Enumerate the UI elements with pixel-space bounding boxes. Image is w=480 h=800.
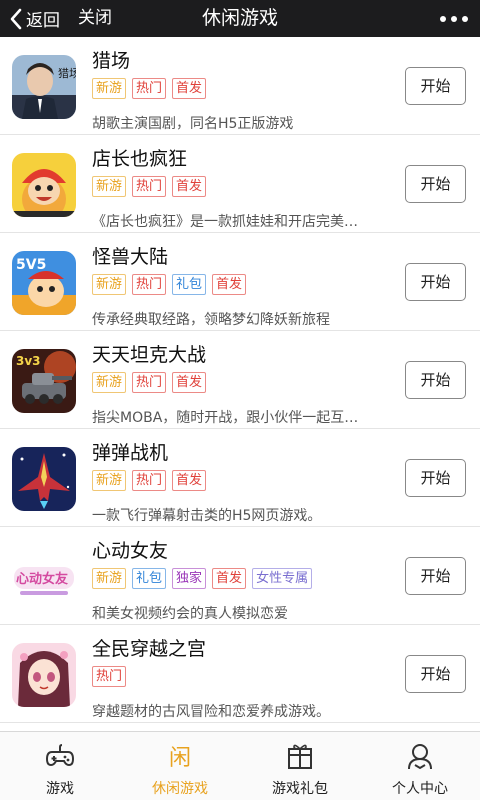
tag-new: 新游 — [92, 568, 127, 589]
game-icon-guai-shou[interactable]: 5V5 — [12, 251, 76, 315]
game-icon-xin-dong[interactable]: 心动女友 — [12, 545, 76, 609]
tab-casual-games[interactable]: 闲 休闲游戏 — [120, 732, 240, 800]
back-label: 返回 — [26, 11, 60, 31]
tag-exclusive: 独家 — [172, 568, 207, 589]
icon-lettering: 5V5 — [16, 257, 46, 273]
tag-list: 新游 热门 首发 — [92, 470, 207, 491]
more-dot-icon — [462, 15, 468, 22]
game-name: 猎场 — [92, 50, 131, 72]
game-row[interactable]: 心动女友 心动女友 新游 礼包 独家 首发 女性专属 和美女视频约会的真人模拟恋… — [0, 527, 480, 625]
start-button[interactable]: 开始 — [405, 165, 466, 203]
tag-list: 新游 热门 首发 — [92, 78, 207, 99]
game-description: 胡歌主演国剧，同名H5正版游戏 — [92, 116, 294, 132]
tag-hot: 热门 — [132, 470, 167, 491]
start-button[interactable]: 开始 — [405, 67, 466, 105]
back-button[interactable]: 返回 — [10, 0, 60, 37]
tag-female-only: 女性专属 — [252, 568, 313, 589]
tag-hot: 热门 — [92, 666, 127, 687]
start-button[interactable]: 开始 — [405, 557, 466, 595]
tag-gift: 礼包 — [132, 568, 167, 589]
game-list[interactable]: 猎场 猎场 新游 热门 首发 胡歌主演国剧，同名H5正版游戏 开始 店长也疯狂 … — [0, 37, 480, 731]
tag-first-release: 首发 — [212, 568, 247, 589]
game-row[interactable]: 店长也疯狂 新游 热门 首发 《店长也疯狂》是一款抓娃娃和开店完美… 开始 — [0, 135, 480, 233]
tag-new: 新游 — [92, 78, 127, 99]
tag-list: 新游 热门 首发 — [92, 176, 207, 197]
bottom-tab-bar: 游戏 闲 休闲游戏 游戏礼包 个人中心 — [0, 731, 480, 800]
tab-label: 休闲游戏 — [152, 781, 208, 797]
start-button[interactable]: 开始 — [405, 655, 466, 693]
game-icon-tan-ke[interactable]: 3v3 — [12, 349, 76, 413]
close-button[interactable]: 关闭 — [78, 0, 112, 37]
game-name: 天天坦克大战 — [92, 344, 207, 366]
game-description: 《店长也疯狂》是一款抓娃娃和开店完美… — [92, 214, 358, 230]
tab-label: 游戏 — [46, 781, 74, 797]
tag-hot: 热门 — [132, 274, 167, 295]
game-description: 传承经典取经路，领略梦幻降妖新旅程 — [92, 312, 330, 328]
top-nav-bar: 返回 关闭 休闲游戏 — [0, 0, 480, 37]
game-name: 心动女友 — [92, 540, 169, 562]
game-name: 店长也疯狂 — [92, 148, 188, 170]
game-icon-zhan-ji[interactable] — [12, 447, 76, 511]
tag-new: 新游 — [92, 274, 127, 295]
tab-games[interactable]: 游戏 — [0, 732, 120, 800]
more-dot-icon — [440, 15, 446, 22]
tag-hot: 热门 — [132, 78, 167, 99]
row-divider — [0, 722, 480, 723]
gamepad-icon — [45, 744, 75, 767]
game-icon-chuan-yue[interactable] — [12, 643, 76, 707]
casual-icon: 闲 — [169, 746, 191, 771]
game-name: 弹弹战机 — [92, 442, 169, 464]
tag-new: 新游 — [92, 176, 127, 197]
tag-first-release: 首发 — [172, 176, 207, 197]
game-icon-lie-chang[interactable]: 猎场 — [12, 55, 76, 119]
tag-list: 新游 热门 首发 — [92, 372, 207, 393]
game-description: 指尖MOBA，随时开战，跟小伙伴一起互… — [92, 410, 359, 426]
tab-personal-center[interactable]: 个人中心 — [360, 732, 480, 800]
tag-first-release: 首发 — [172, 470, 207, 491]
game-description: 一款飞行弹幕射击类的H5网页游戏。 — [92, 508, 322, 524]
casual-icon-glyph: 闲 — [169, 746, 191, 771]
tag-list: 新游 礼包 独家 首发 女性专属 — [92, 568, 313, 589]
game-name: 怪兽大陆 — [92, 246, 169, 268]
tag-list: 热门 — [92, 666, 127, 687]
start-button[interactable]: 开始 — [405, 361, 466, 399]
tag-new: 新游 — [92, 372, 127, 393]
gift-box-icon — [288, 744, 312, 769]
game-row[interactable]: 弹弹战机 新游 热门 首发 一款飞行弹幕射击类的H5网页游戏。 开始 — [0, 429, 480, 527]
tag-first-release: 首发 — [212, 274, 247, 295]
game-description: 和美女视频约会的真人模拟恋爱 — [92, 606, 288, 622]
game-name: 全民穿越之宫 — [92, 638, 207, 660]
tab-label: 游戏礼包 — [272, 781, 328, 797]
tag-gift: 礼包 — [172, 274, 207, 295]
tab-label: 个人中心 — [392, 781, 448, 797]
user-icon — [408, 744, 432, 770]
game-row[interactable]: 5V5 怪兽大陆 新游 热门 礼包 首发 传承经典取经路，领略梦幻降妖新旅程 开… — [0, 233, 480, 331]
start-button[interactable]: 开始 — [405, 459, 466, 497]
tag-first-release: 首发 — [172, 372, 207, 393]
tag-hot: 热门 — [132, 176, 167, 197]
icon-lettering: 猎场 — [58, 66, 76, 80]
game-row[interactable]: 猎场 猎场 新游 热门 首发 胡歌主演国剧，同名H5正版游戏 开始 — [0, 37, 480, 135]
game-row[interactable]: 3v3 天天坦克大战 新游 热门 首发 指尖MOBA，随时开战，跟小伙伴一起互…… — [0, 331, 480, 429]
chevron-left-icon — [10, 8, 22, 29]
game-icon-dian-zhang[interactable] — [12, 153, 76, 217]
start-button[interactable]: 开始 — [405, 263, 466, 301]
more-menu-button[interactable] — [440, 0, 468, 37]
tag-first-release: 首发 — [172, 78, 207, 99]
page-title: 休闲游戏 — [201, 7, 278, 29]
tag-new: 新游 — [92, 470, 127, 491]
tab-game-gifts[interactable]: 游戏礼包 — [240, 732, 360, 800]
icon-lettering: 3v3 — [16, 354, 41, 368]
game-row[interactable]: 全民穿越之宫 热门 穿越题材的古风冒险和恋爱养成游戏。 开始 — [0, 625, 480, 723]
more-dot-icon — [451, 15, 457, 22]
tag-hot: 热门 — [132, 372, 167, 393]
tag-list: 新游 热门 礼包 首发 — [92, 274, 247, 295]
game-description: 穿越题材的古风冒险和恋爱养成游戏。 — [92, 704, 330, 720]
icon-lettering: 心动女友 — [16, 571, 68, 587]
